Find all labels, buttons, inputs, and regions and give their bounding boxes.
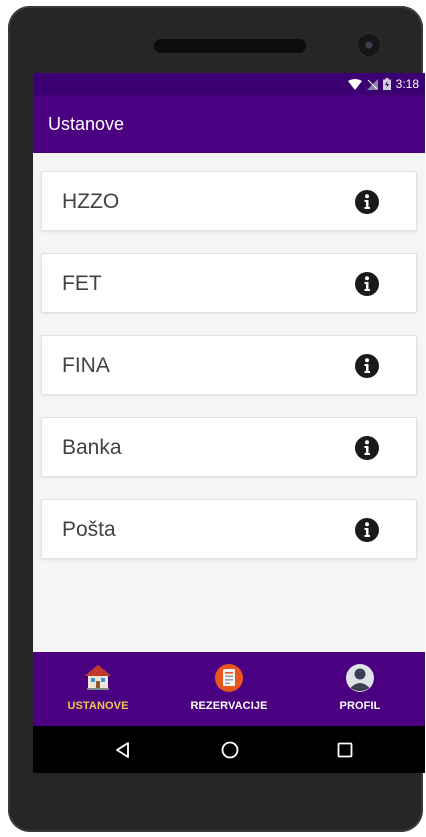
- app-bar: Ustanove: [33, 95, 425, 153]
- person-icon: [346, 664, 374, 692]
- list-item-label: Banka: [62, 436, 122, 459]
- list-item[interactable]: Banka: [41, 417, 417, 477]
- info-icon[interactable]: [355, 354, 379, 378]
- list-item-label: HZZO: [62, 190, 120, 213]
- building-icon: [85, 665, 111, 690]
- nav-item-ustanove[interactable]: USTANOVE: [33, 652, 163, 726]
- bottom-navigation: USTANOVE REZERVACIJE PROFIL: [33, 652, 425, 726]
- nav-item-profil[interactable]: PROFIL: [295, 652, 425, 726]
- phone-camera: [358, 34, 380, 56]
- app-screen: 3:18 Ustanove HZZO FET FINA Banka Pošta …: [33, 73, 425, 773]
- info-icon[interactable]: [355, 436, 379, 460]
- phone-frame: 3:18 Ustanove HZZO FET FINA Banka Pošta …: [8, 6, 425, 832]
- list-item[interactable]: FET: [41, 253, 417, 313]
- list-item-label: FINA: [62, 354, 110, 377]
- info-icon[interactable]: [355, 190, 379, 214]
- phone-speaker: [154, 39, 306, 53]
- list-item[interactable]: Pošta: [41, 499, 417, 559]
- wifi-icon: [347, 78, 362, 90]
- status-time: 3:18: [395, 77, 419, 91]
- info-icon[interactable]: [355, 272, 379, 296]
- nav-label: PROFIL: [339, 700, 381, 712]
- document-icon: [215, 664, 243, 692]
- back-icon[interactable]: [113, 740, 133, 760]
- signal-icon: [366, 78, 378, 90]
- recent-apps-icon[interactable]: [335, 740, 355, 760]
- nav-label: USTANOVE: [67, 700, 129, 712]
- page-title: Ustanove: [48, 113, 125, 134]
- info-icon[interactable]: [355, 518, 379, 542]
- status-bar: 3:18: [33, 73, 425, 95]
- list-item[interactable]: FINA: [41, 335, 417, 395]
- list-item-label: FET: [62, 272, 102, 295]
- home-icon[interactable]: [220, 740, 240, 760]
- nav-label: REZERVACIJE: [190, 700, 268, 712]
- system-navigation-bar: [33, 726, 425, 773]
- list-item[interactable]: HZZO: [41, 171, 417, 231]
- list-item-label: Pošta: [62, 518, 116, 541]
- nav-item-rezervacije[interactable]: REZERVACIJE: [164, 652, 294, 726]
- battery-icon: [382, 78, 391, 90]
